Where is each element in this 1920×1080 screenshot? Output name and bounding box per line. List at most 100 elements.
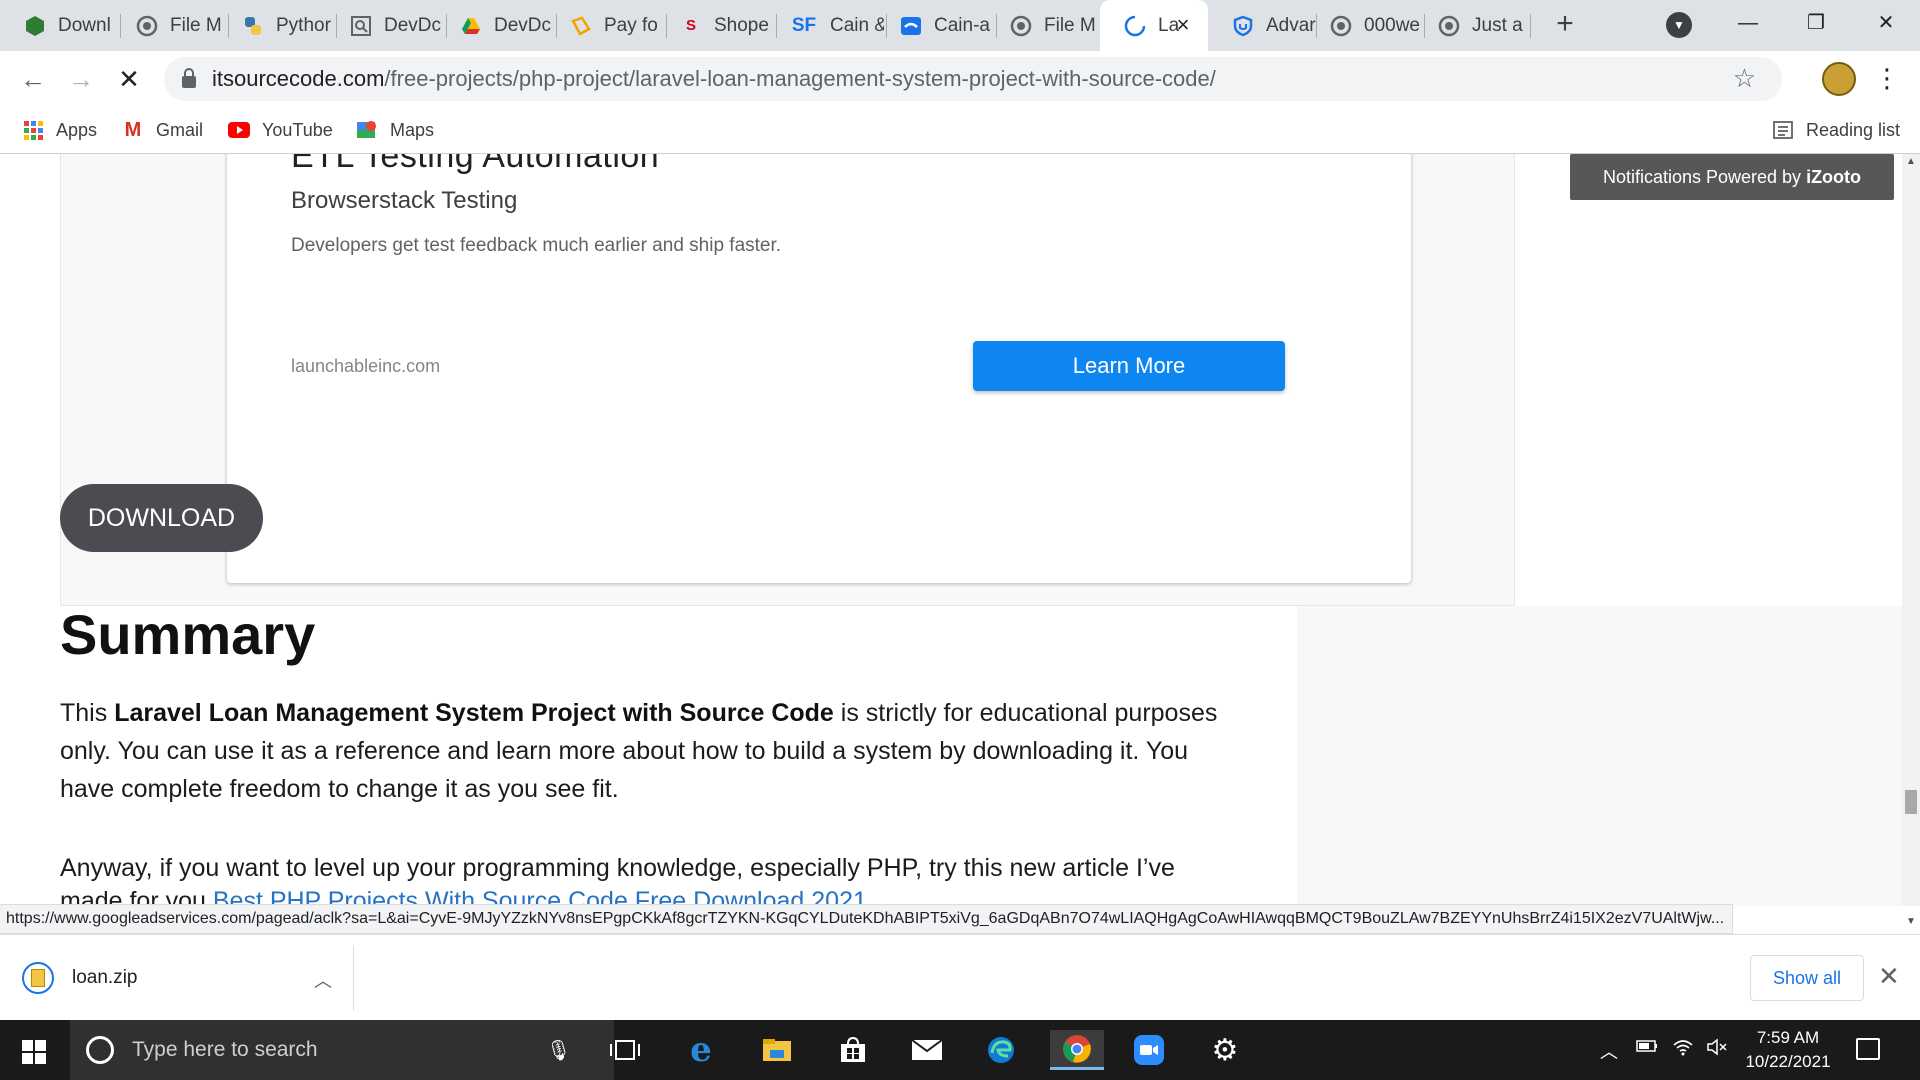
pay-icon (570, 15, 592, 37)
tab-devdocs-1[interactable]: DevDc (326, 0, 444, 51)
tab-label: Pay fo (604, 14, 658, 36)
tab-python[interactable]: Pythor (218, 0, 336, 51)
tab-devdocs-2[interactable]: DevDc (436, 0, 554, 51)
reading-list-button[interactable]: Reading list (1772, 116, 1900, 144)
show-hidden-icons-chevron-icon[interactable]: ︿ (1600, 1038, 1618, 1064)
stop-loading-icon[interactable]: ✕ (112, 62, 146, 96)
tab-shopee[interactable]: S Shope (656, 0, 774, 51)
scroll-thumb[interactable] (1905, 790, 1917, 814)
tab-just-a[interactable]: Just a (1414, 0, 1530, 51)
wifi-icon[interactable] (1672, 1038, 1694, 1061)
tab-label: Shope (714, 14, 769, 36)
reading-list-icon (1772, 119, 1794, 141)
edge-icon[interactable] (976, 1030, 1026, 1070)
bookmark-gmail[interactable]: M Gmail (122, 116, 203, 144)
bookmark-label: Reading list (1806, 119, 1901, 140)
microsoft-store-icon[interactable] (828, 1030, 878, 1070)
lock-icon[interactable] (182, 68, 196, 88)
profile-avatar[interactable] (1822, 62, 1856, 96)
download-button[interactable]: DOWNLOAD (60, 484, 263, 552)
tab-search-icon[interactable]: ▼ (1666, 12, 1692, 38)
loading-spinner-icon (1124, 15, 1146, 37)
bookmark-apps[interactable]: Apps (22, 116, 97, 144)
more-menu-icon[interactable]: ⋮ (1874, 60, 1900, 96)
cortana-icon (86, 1036, 114, 1064)
action-center-icon[interactable] (1856, 1038, 1880, 1060)
shopee-s-icon: S (685, 17, 696, 34)
battery-icon[interactable] (1636, 1038, 1658, 1059)
zoom-icon[interactable] (1124, 1030, 1174, 1070)
close-icon[interactable]: ✕ (1878, 961, 1900, 991)
globe-icon (1010, 15, 1032, 37)
back-arrow-icon[interactable]: ← (16, 62, 50, 96)
ad-card[interactable]: ETL Testing Automation Browserstack Test… (227, 154, 1411, 583)
new-tab-button[interactable]: + (1548, 8, 1582, 42)
show-all-button[interactable]: Show all (1750, 955, 1864, 1001)
shield-icon (1232, 15, 1254, 37)
download-shelf: loan.zip ︿ Show all ✕ (0, 934, 1920, 1020)
ad-subtitle[interactable]: Browserstack Testing (291, 187, 517, 215)
windows-start-icon[interactable] (22, 1040, 46, 1064)
ad-container: ETL Testing Automation Browserstack Test… (60, 154, 1515, 606)
windows-taskbar: Type here to search 🎙 e ⚙ ︿ 7:59 AM 10/2… (0, 1020, 1920, 1080)
page-scrollbar[interactable]: ▲ ▼ (1902, 154, 1920, 927)
tab-cain-and[interactable]: SF Cain & (766, 0, 884, 51)
learn-more-button[interactable]: Learn More (973, 341, 1285, 391)
youtube-icon (228, 119, 250, 141)
sourceforge-icon: SF (791, 14, 817, 36)
bookmark-label: Gmail (156, 119, 204, 140)
speaker-muted-icon[interactable] (1706, 1038, 1728, 1061)
globe-icon (1330, 15, 1352, 37)
page-viewport: ETL Testing Automation Browserstack Test… (0, 154, 1902, 906)
tab-active-loan-system[interactable]: La × (1100, 0, 1208, 51)
tab-strip: Downl File M Pythor DevDc DevDc Pay fo S… (0, 0, 1920, 51)
gmail-icon: M (124, 118, 142, 141)
settings-gear-icon[interactable]: ⚙ (1200, 1030, 1250, 1070)
minimize-button[interactable]: — (1728, 6, 1768, 40)
zip-file-icon (22, 962, 54, 994)
bookmark-youtube[interactable]: YouTube (228, 116, 333, 144)
taskbar-clock[interactable]: 7:59 AM 10/22/2021 (1728, 1026, 1848, 1074)
bookmarks-bar: Apps M Gmail YouTube Maps Reading list (0, 106, 1920, 154)
apps-grid-icon (22, 119, 44, 141)
bookmark-maps[interactable]: Maps (356, 116, 434, 144)
download-filename[interactable]: loan.zip (72, 967, 138, 989)
forward-arrow-icon[interactable]: → (64, 62, 98, 96)
tab-pay[interactable]: Pay fo (546, 0, 664, 51)
summary-heading: Summary (60, 603, 316, 666)
chevron-up-icon[interactable]: ︿ (314, 967, 332, 993)
maps-pin-icon (356, 119, 378, 141)
restore-button[interactable]: ❐ (1796, 6, 1836, 40)
ad-title[interactable]: ETL Testing Automation (291, 154, 659, 176)
task-view-icon[interactable] (600, 1030, 650, 1070)
bookmark-label: Apps (56, 119, 98, 140)
close-tab-icon[interactable]: × (1172, 14, 1194, 36)
close-window-button[interactable]: ✕ (1866, 6, 1906, 40)
mail-icon[interactable] (902, 1030, 952, 1070)
scroll-down-arrow-icon[interactable]: ▼ (1906, 916, 1916, 927)
address-bar[interactable]: itsourcecode.com/free-projects/php-proje… (164, 57, 1782, 101)
bookmark-label: YouTube (262, 119, 333, 140)
bookmark-star-icon[interactable]: ☆ (1733, 63, 1756, 94)
edge-legacy-icon[interactable]: e (676, 1030, 726, 1070)
taskbar-search-box[interactable]: Type here to search 🎙 (70, 1020, 614, 1080)
link-status-bar: https://www.googleadservices.com/pagead/… (0, 904, 1734, 934)
ad-domain[interactable]: launchableinc.com (291, 356, 440, 377)
download-item[interactable]: loan.zip ︿ (14, 945, 354, 1011)
tab-000webhost[interactable]: 000we (1306, 0, 1424, 51)
tab-file-manager-2[interactable]: File M (986, 0, 1102, 51)
file-explorer-icon[interactable] (752, 1030, 802, 1070)
chrome-icon[interactable] (1050, 1030, 1104, 1070)
tab-label: Just a (1472, 14, 1523, 36)
tab-label: Cain-a (934, 14, 990, 36)
tab-cain-a[interactable]: Cain-a (876, 0, 994, 51)
recommendation-paragraph: Anyway, if you want to level up your pro… (60, 854, 1175, 882)
scroll-up-arrow-icon[interactable]: ▲ (1906, 156, 1916, 167)
izooto-notification-badge[interactable]: Notifications Powered by iZooto (1570, 154, 1894, 200)
tab-label: DevDc (494, 14, 552, 36)
tab-file-manager[interactable]: File M (112, 0, 228, 51)
tab-label: DevDc (384, 14, 442, 36)
microphone-icon[interactable]: 🎙 (546, 1038, 571, 1063)
globe-icon (1438, 15, 1460, 37)
url-text[interactable]: itsourcecode.com/free-projects/php-proje… (212, 66, 1216, 92)
